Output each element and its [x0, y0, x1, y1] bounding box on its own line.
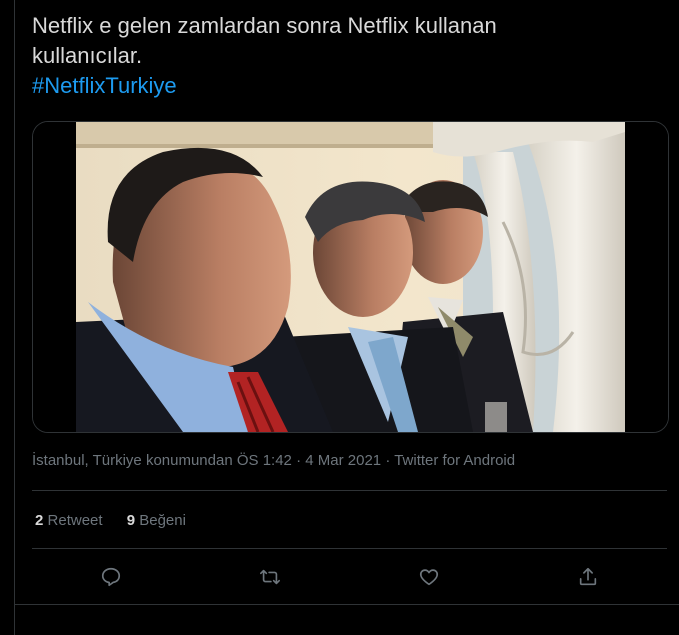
tweet-meta: İstanbul, Türkiye konumundan ÖS 1:42 · 4… — [32, 452, 515, 469]
reply-button[interactable] — [96, 562, 126, 592]
tweet-time[interactable]: ÖS 1:42 — [237, 452, 292, 469]
likes-count: 9 — [126, 512, 136, 529]
divider — [32, 548, 667, 549]
retweets-count: 2 — [35, 512, 44, 529]
like-button[interactable] — [414, 562, 444, 592]
meta-separator: · — [385, 452, 391, 469]
heart-icon — [419, 569, 439, 586]
tweet-source[interactable]: Twitter for Android — [394, 452, 515, 469]
left-border — [14, 0, 15, 635]
tweet-text-line-1: Netflix e gelen zamlardan sonra Netflix … — [32, 13, 497, 38]
tweet-actions — [32, 562, 667, 592]
bottom-border — [14, 604, 679, 605]
likes-stat[interactable]: 9 Beğeni — [127, 512, 186, 529]
hashtag-link[interactable]: #NetflixTurkiye — [32, 71, 652, 101]
retweets-stat[interactable]: 2 Retweet — [35, 512, 103, 529]
media-scene — [33, 122, 668, 432]
meta-separator: · — [296, 452, 302, 469]
retweet-button[interactable] — [255, 562, 285, 592]
likes-label: Beğeni — [139, 512, 186, 529]
tweet-date[interactable]: 4 Mar 2021 — [305, 452, 381, 469]
retweet-icon — [260, 569, 280, 585]
tweet-text-line-2: kullanıcılar. — [32, 43, 143, 68]
retweets-label: Retweet — [47, 512, 103, 529]
tweet-stats: 2 Retweet 9 Beğeni — [35, 512, 206, 529]
share-icon — [579, 567, 597, 586]
divider — [32, 490, 667, 491]
share-button[interactable] — [573, 562, 603, 592]
tweet-media-image[interactable] — [32, 121, 669, 433]
tweet-text: Netflix e gelen zamlardan sonra Netflix … — [32, 11, 652, 101]
tweet-location[interactable]: İstanbul, Türkiye konumundan — [32, 452, 233, 469]
reply-icon — [101, 567, 121, 587]
